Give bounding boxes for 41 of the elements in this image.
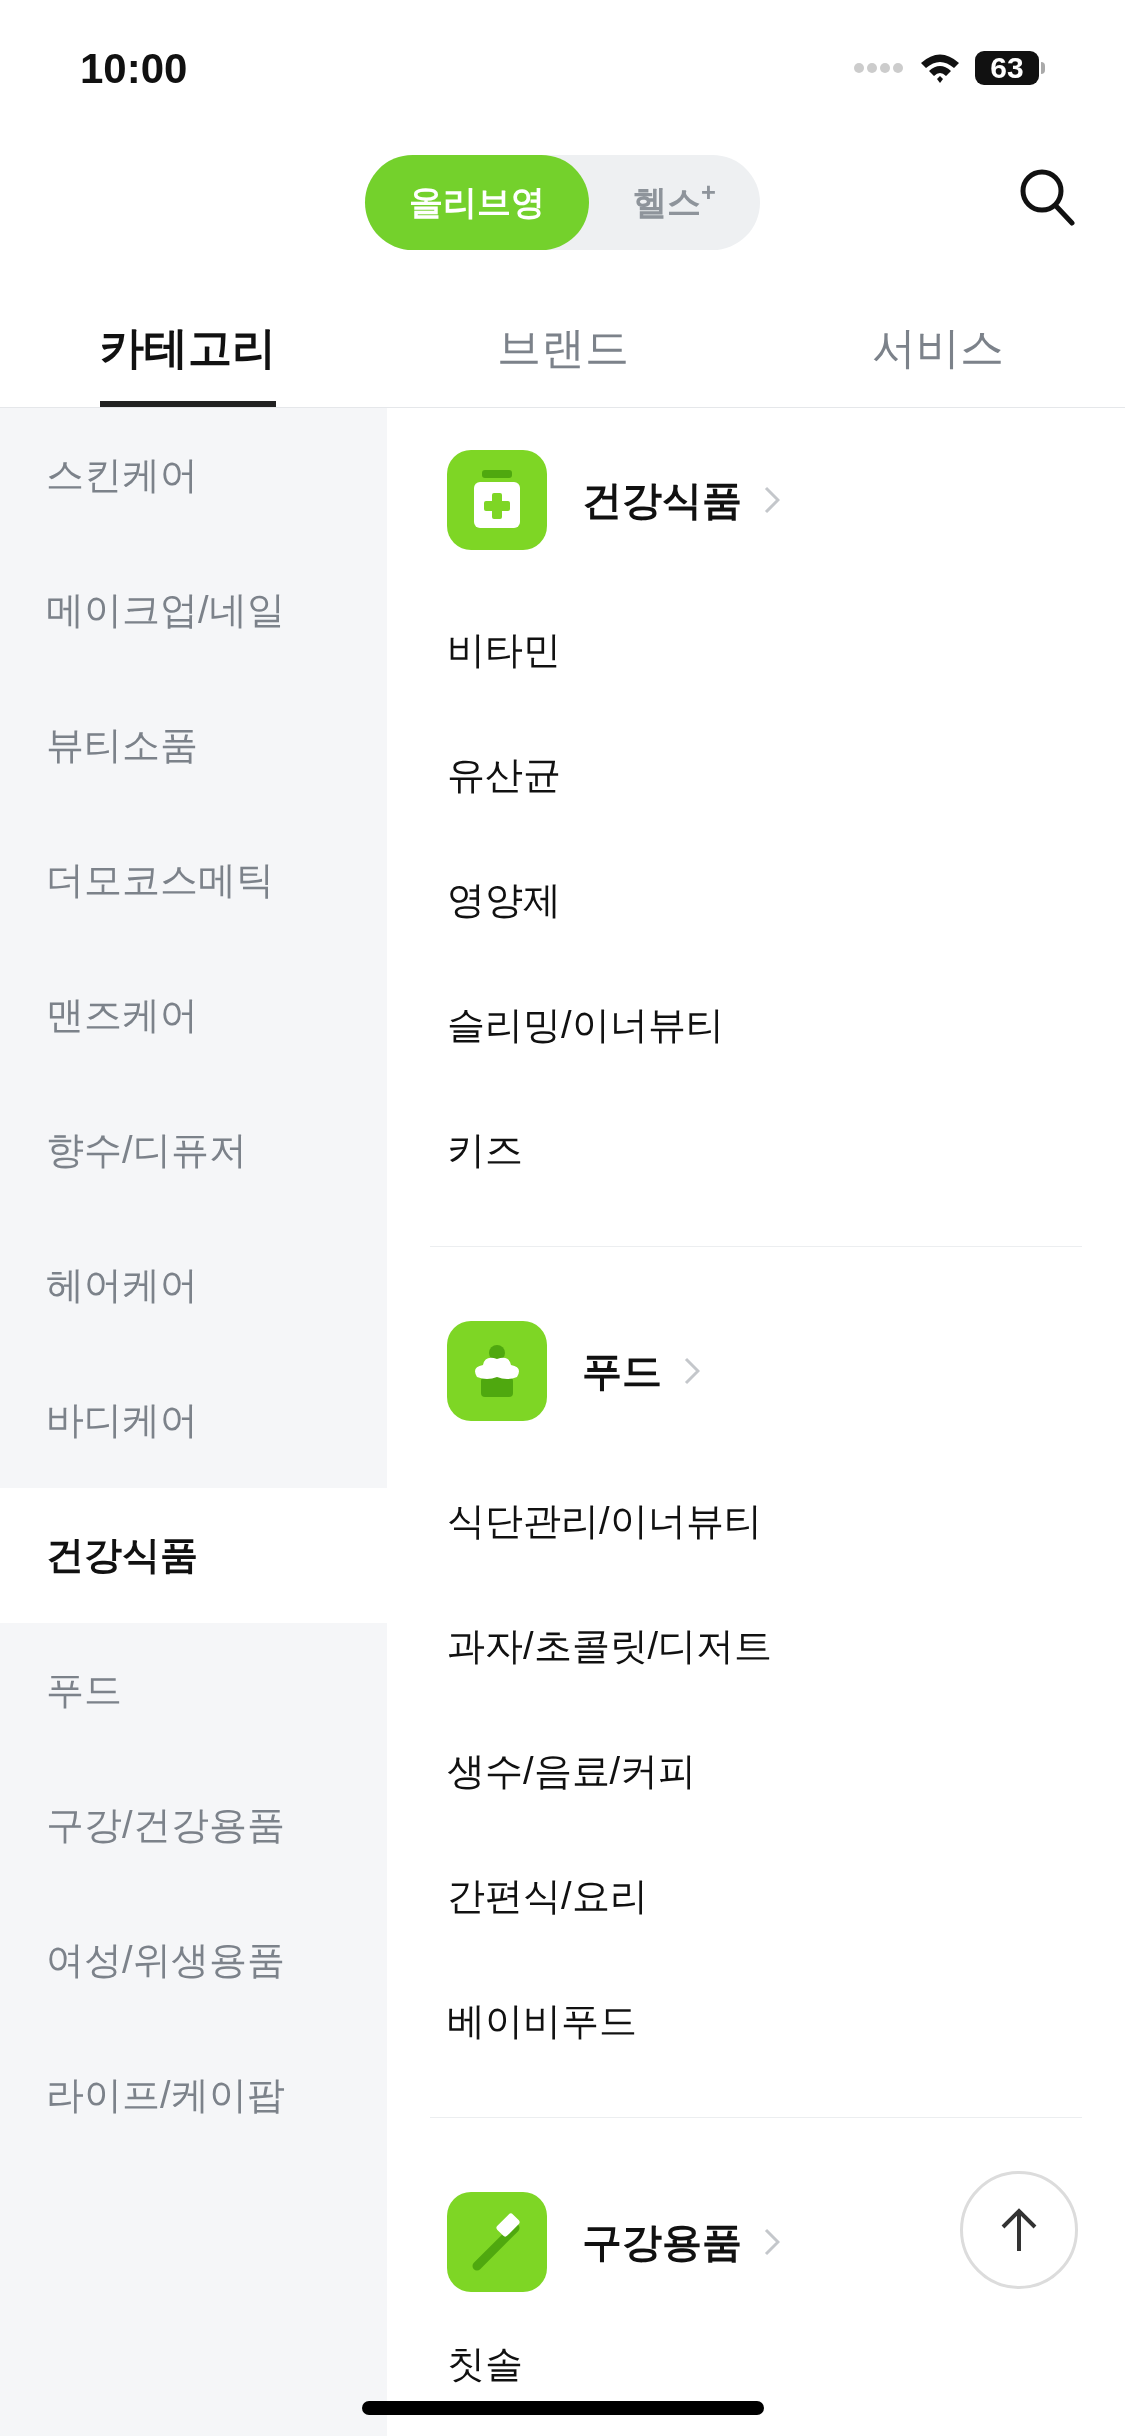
sidebar-item[interactable]: 건강식품: [0, 1488, 387, 1623]
subcategory-item[interactable]: 식단관리/이너뷰티: [430, 1459, 1082, 1584]
arrow-up-icon: [999, 2207, 1039, 2253]
sidebar-item[interactable]: 여성/위생용품: [0, 1893, 387, 2028]
sidebar-item[interactable]: 뷰티소품: [0, 678, 387, 813]
search-icon[interactable]: [1019, 168, 1075, 226]
chevron-right-icon[interactable]: [764, 486, 780, 514]
battery-indicator: 63: [975, 51, 1039, 85]
wifi-icon: [919, 52, 961, 84]
sidebar-item[interactable]: 맨즈케어: [0, 948, 387, 1083]
sidebar-item[interactable]: 라이프/케이팝: [0, 2028, 387, 2163]
subcategory-item[interactable]: 간편식/요리: [430, 1834, 1082, 1959]
sidebar-item[interactable]: 구강/건강용품: [0, 1758, 387, 1893]
sidebar-item[interactable]: 더모코스메틱: [0, 813, 387, 948]
category-tab[interactable]: 브랜드: [496, 275, 629, 407]
subcategory-item[interactable]: 칫솔: [430, 2302, 1082, 2427]
section-title[interactable]: 푸드: [582, 1341, 662, 1401]
supplement-jar-icon: [447, 450, 547, 550]
subcategory-item[interactable]: 키즈: [430, 1088, 1082, 1213]
subcategory-item[interactable]: 유산균: [430, 713, 1082, 838]
sidebar-item[interactable]: 스킨케어: [0, 408, 387, 543]
chevron-right-icon[interactable]: [684, 1357, 700, 1385]
sidebar-item[interactable]: 푸드: [0, 1623, 387, 1758]
category-tab[interactable]: 서비스: [871, 275, 1004, 407]
sidebar-item[interactable]: 메이크업/네일: [0, 543, 387, 678]
subcategory-item[interactable]: 생수/음료/커피: [430, 1709, 1082, 1834]
subcategory-item[interactable]: 과자/초콜릿/디저트: [430, 1584, 1082, 1709]
toothbrush-icon: [447, 2192, 547, 2292]
subcategory-item[interactable]: 비타민: [430, 588, 1082, 713]
subcategory-item[interactable]: 영양제: [430, 838, 1082, 963]
cupcake-icon: [447, 1321, 547, 1421]
sidebar-item[interactable]: 바디케어: [0, 1353, 387, 1488]
signal-icon: [853, 61, 905, 75]
subcategory-item[interactable]: 슬리밍/이너뷰티: [430, 963, 1082, 1088]
section-title[interactable]: 구강용품: [582, 2212, 742, 2272]
sidebar-item[interactable]: 향수/디퓨저: [0, 1083, 387, 1218]
sidebar-item[interactable]: 헤어케어: [0, 1218, 387, 1353]
chevron-right-icon[interactable]: [764, 2228, 780, 2256]
section-title[interactable]: 건강식품: [582, 470, 742, 530]
subcategory-item[interactable]: 베이비푸드: [430, 1959, 1082, 2084]
status-time: 10:00: [80, 43, 188, 94]
